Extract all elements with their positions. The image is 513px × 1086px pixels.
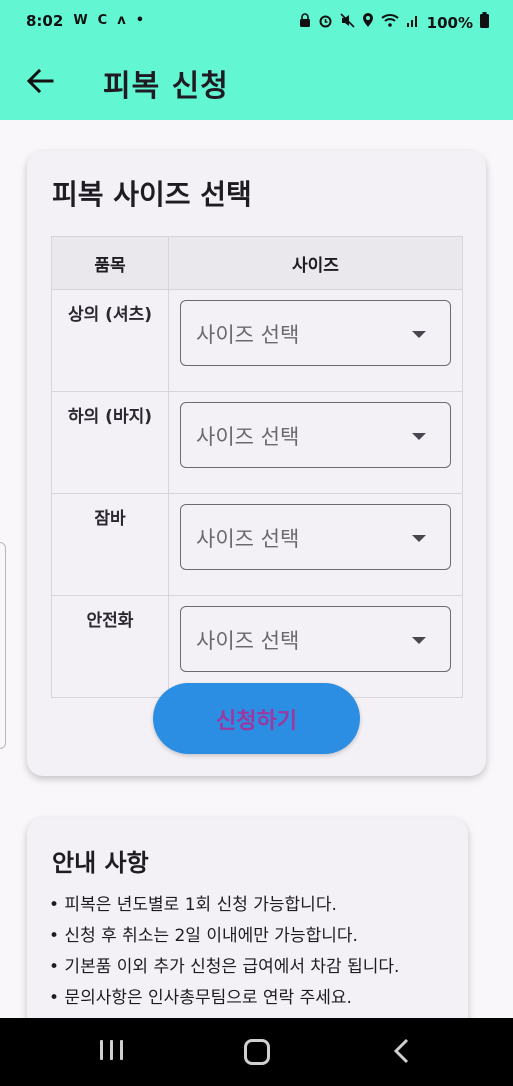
select-placeholder: 사이즈 선택 <box>196 527 300 551</box>
dropdown-arrow-icon <box>412 433 426 440</box>
c-notification-icon: C <box>97 13 108 28</box>
home-button[interactable] <box>244 1039 270 1065</box>
list-item: • 신청 후 취소는 2일 이내에만 가능합니다. <box>49 926 358 946</box>
column-header-size: 사이즈 <box>168 236 463 290</box>
notice-title: 안내 사항 <box>52 849 149 877</box>
recent-apps-icon-bar <box>110 1040 113 1060</box>
select-placeholder: 사이즈 선택 <box>196 425 300 449</box>
app-notification-icon: ʌ <box>117 13 126 28</box>
size-cell: 사이즈 선택 <box>168 493 463 596</box>
shirt-size-select[interactable]: 사이즈 선택 <box>180 300 451 366</box>
list-item: • 피복은 년도별로 1회 신청 가능합니다. <box>49 895 337 915</box>
table-row: 상의 (셔츠) 사이즈 선택 <box>51 289 463 392</box>
w-notification-icon: W <box>73 13 88 28</box>
size-cell: 사이즈 선택 <box>168 391 463 494</box>
nav-back-button[interactable] <box>392 1038 412 1068</box>
list-item: • 기본품 이외 추가 신청은 급여에서 차감 됩니다. <box>49 957 400 977</box>
lock-icon <box>299 12 311 33</box>
recent-apps-icon-bar <box>120 1040 123 1060</box>
size-table: 품목 사이즈 상의 (셔츠) 사이즈 선택 하의 (바지) 사이즈 선택 잠바 … <box>51 236 463 698</box>
more-notifications-icon: • <box>135 13 144 28</box>
recent-apps-icon <box>100 1040 103 1060</box>
signal-icon <box>406 13 420 32</box>
item-label-safety-shoes: 안전화 <box>51 595 169 698</box>
notice-card: 안내 사항 • 피복은 년도별로 1회 신청 가능합니다. • 신청 후 취소는… <box>27 818 468 1048</box>
table-header-row: 품목 사이즈 <box>51 236 463 290</box>
battery-percentage: 100% <box>426 13 473 32</box>
select-placeholder: 사이즈 선택 <box>196 629 300 653</box>
edge-panel-handle[interactable] <box>0 542 6 749</box>
location-icon <box>362 12 374 33</box>
item-label-jacket: 잠바 <box>51 493 169 596</box>
battery-icon <box>480 12 489 33</box>
column-header-item: 품목 <box>51 236 169 290</box>
alarm-icon <box>318 13 333 33</box>
app-bar: 피복 신청 <box>0 46 513 120</box>
table-row: 하의 (바지) 사이즈 선택 <box>51 391 463 494</box>
select-placeholder: 사이즈 선택 <box>196 323 300 347</box>
status-time: 8:02 <box>26 12 64 30</box>
apply-button[interactable]: 신청하기 <box>153 683 360 754</box>
dropdown-arrow-icon <box>412 331 426 338</box>
recent-apps-button[interactable] <box>100 1040 123 1060</box>
jacket-size-select[interactable]: 사이즈 선택 <box>180 504 451 570</box>
notice-list: • 피복은 년도별로 1회 신청 가능합니다. • 신청 후 취소는 2일 이내… <box>49 890 399 1014</box>
mute-icon <box>340 12 355 33</box>
item-label-pants: 하의 (바지) <box>51 391 169 494</box>
dropdown-arrow-icon <box>412 535 426 542</box>
size-selection-card: 피복 사이즈 선택 품목 사이즈 상의 (셔츠) 사이즈 선택 하의 (바지) <box>27 151 486 776</box>
size-card-title: 피복 사이즈 선택 <box>52 178 252 211</box>
page-title: 피복 신청 <box>103 69 229 104</box>
size-cell: 사이즈 선택 <box>168 289 463 392</box>
safety-shoes-size-select[interactable]: 사이즈 선택 <box>180 606 451 672</box>
item-label-shirt: 상의 (셔츠) <box>51 289 169 392</box>
list-item: • 문의사항은 인사총무팀으로 연락 주세요. <box>49 988 352 1008</box>
system-nav-bar <box>0 1018 513 1086</box>
wifi-icon <box>380 13 399 32</box>
arrow-left-icon <box>26 68 54 94</box>
status-bar: 8:02 W C ʌ • 100% <box>0 0 513 46</box>
dropdown-arrow-icon <box>412 637 426 644</box>
chevron-left-icon <box>393 1038 409 1064</box>
back-button[interactable] <box>22 63 58 99</box>
status-right: 100% <box>299 12 489 33</box>
table-row: 잠바 사이즈 선택 <box>51 493 463 596</box>
status-left: 8:02 W C ʌ • <box>26 12 144 30</box>
pants-size-select[interactable]: 사이즈 선택 <box>180 402 451 468</box>
